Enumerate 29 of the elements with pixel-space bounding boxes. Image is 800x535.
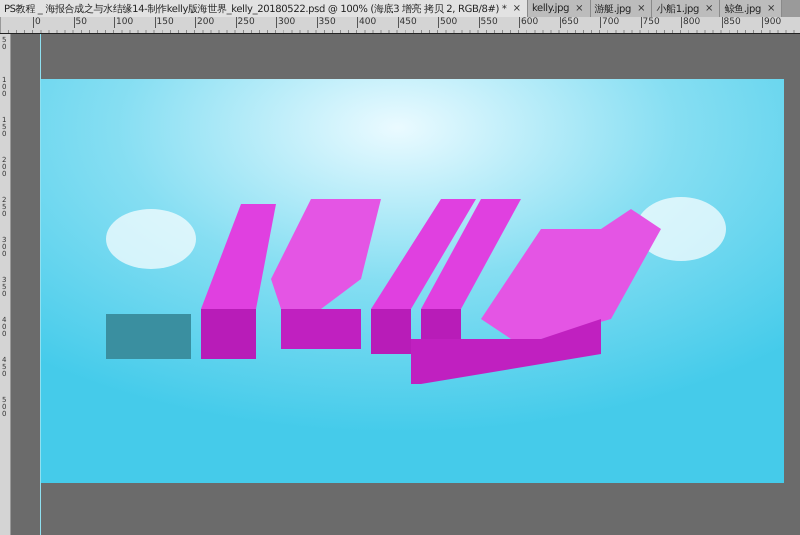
ruler-label: 200 bbox=[195, 17, 236, 28]
ruler-label: 350 bbox=[316, 17, 357, 28]
close-icon[interactable]: × bbox=[766, 3, 776, 14]
ruler-label: 600 bbox=[519, 17, 560, 28]
close-icon[interactable]: × bbox=[575, 3, 584, 14]
ruler-label: 400 bbox=[357, 17, 398, 28]
ruler-label: 0 bbox=[33, 17, 74, 28]
ruler-label: 150 bbox=[154, 17, 195, 28]
ruler-label: 700 bbox=[600, 17, 640, 28]
ruler-label: 900 bbox=[762, 17, 800, 28]
ruler-label: 300 bbox=[276, 17, 316, 28]
close-icon[interactable]: × bbox=[512, 3, 521, 14]
ruler-label: 250 bbox=[236, 17, 276, 28]
close-icon[interactable]: × bbox=[705, 3, 714, 14]
ruler-label: 850 bbox=[722, 17, 762, 28]
ruler-label: 550 bbox=[478, 17, 519, 28]
ruler-label: 750 bbox=[640, 17, 681, 28]
ruler-label: 100 bbox=[114, 17, 154, 28]
document-tab[interactable]: 小船1.jpg × bbox=[652, 0, 720, 17]
document-tab[interactable]: 游艇.jpg × bbox=[590, 0, 652, 17]
ruler-label: 450 bbox=[398, 17, 438, 28]
ruler-label: 800 bbox=[681, 17, 722, 28]
ruler-label: 500 bbox=[438, 17, 478, 28]
ruler-label: 650 bbox=[560, 17, 600, 28]
document-tab[interactable]: kelly.jpg × bbox=[528, 0, 590, 17]
document-tab[interactable]: 鲸鱼.jpg × bbox=[720, 0, 782, 17]
ruler-label: 50 bbox=[74, 17, 114, 28]
close-icon[interactable]: × bbox=[637, 3, 646, 14]
document-tab[interactable]: PS教程 _ 海报合成之与水结缘14-制作kelly版海世界_kelly_20180522.psd @ 100% (海底3 增亮 拷贝 2, RGB/8#) * × bbox=[0, 0, 528, 17]
